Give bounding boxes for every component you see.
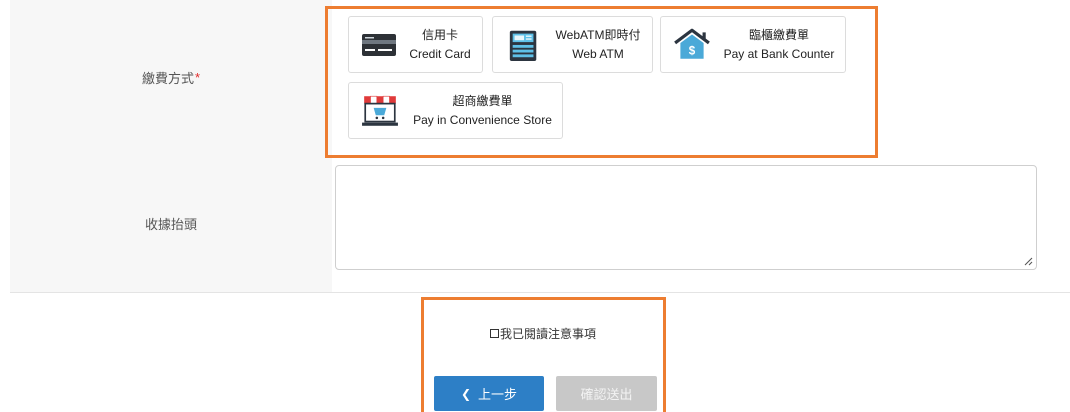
payment-method-label: 繳費方式 [141,71,194,86]
previous-step-button[interactable]: ❮ 上一步 [434,376,544,411]
payment-options-highlight [325,6,878,158]
required-mark: * [194,70,201,85]
payment-method-label-cell: 繳費方式 * [10,0,332,155]
receipt-title-textarea[interactable] [335,165,1037,270]
chevron-left-icon: ❮ [460,386,472,401]
receipt-title-label: 收據抬頭 [144,217,197,232]
confirm-submit-button: 確認送出 [556,376,657,411]
agree-checkbox-row[interactable]: 我已閱讀注意事項 [490,325,596,342]
agree-checkbox[interactable] [490,329,499,338]
previous-step-label: 上一步 [478,387,518,402]
confirm-submit-label: 確認送出 [580,387,633,402]
agree-label: 我已閱讀注意事項 [500,327,597,341]
resize-grip-icon[interactable] [1023,256,1033,266]
receipt-title-label-cell: 收據抬頭 [10,155,332,292]
